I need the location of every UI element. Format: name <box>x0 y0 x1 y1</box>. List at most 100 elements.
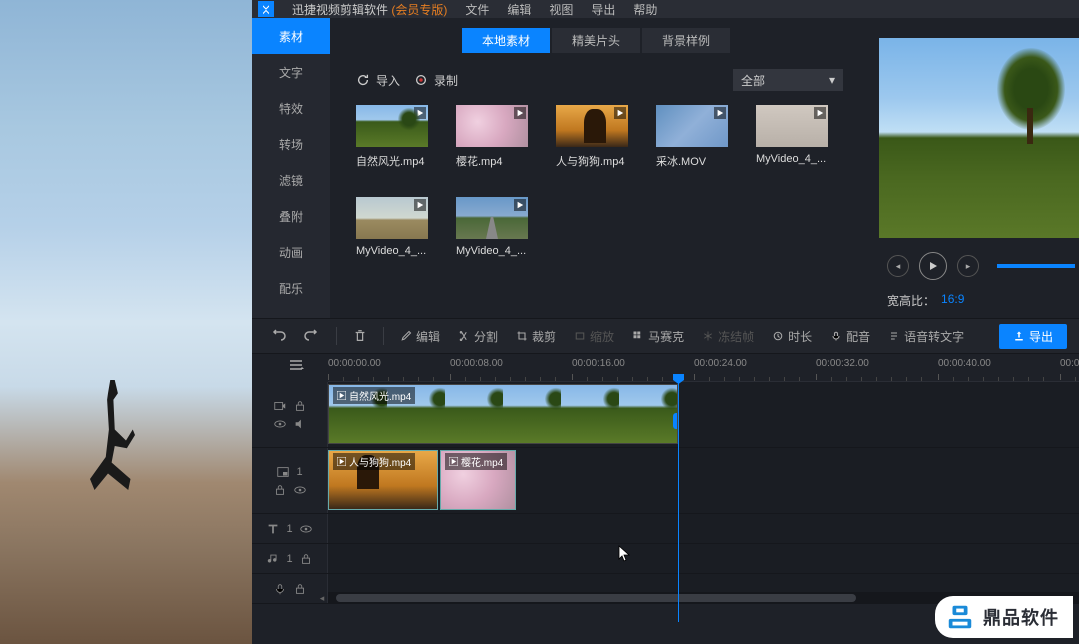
preview-panel: ◂ ▸ 宽高比： 16:9 <box>869 18 1079 318</box>
media-item-1[interactable]: 樱花.mp4 <box>456 105 528 169</box>
track-body-audio[interactable] <box>328 544 1079 573</box>
export-icon <box>1013 330 1025 342</box>
media-item-4[interactable]: MyVideo_4_... <box>756 105 828 169</box>
zoom-button[interactable]: 缩放 <box>568 325 620 348</box>
split-button[interactable]: 分割 <box>452 325 504 348</box>
sidebar-item-overlays[interactable]: 叠附 <box>252 198 330 234</box>
play-button[interactable] <box>919 252 947 280</box>
preview-viewport[interactable] <box>879 38 1079 238</box>
menu-help[interactable]: 帮助 <box>633 1 657 18</box>
sidebar-item-music[interactable]: 配乐 <box>252 270 330 306</box>
media-tab-local[interactable]: 本地素材 <box>462 28 550 53</box>
dub-button[interactable]: 配音 <box>824 325 876 348</box>
crop-button[interactable]: 裁剪 <box>510 325 562 348</box>
record-button[interactable]: 录制 <box>414 72 458 89</box>
mute-icon[interactable] <box>293 417 307 431</box>
sidebar-item-effects[interactable]: 特效 <box>252 90 330 126</box>
media-name: 自然风光.mp4 <box>356 153 428 169</box>
media-tab-intros[interactable]: 精美片头 <box>552 28 640 53</box>
sidebar-item-text[interactable]: 文字 <box>252 54 330 90</box>
playhead[interactable] <box>678 382 679 622</box>
left-sidebar: 素材 文字 特效 转场 滤镜 叠附 动画 配乐 <box>252 18 330 318</box>
mosaic-button[interactable]: 马赛克 <box>626 325 690 348</box>
app-icon <box>258 1 274 17</box>
clip-person[interactable]: 人与狗狗.mp4 <box>328 450 438 510</box>
lock-icon[interactable] <box>273 483 287 497</box>
watermark: 鼎品软件 <box>935 596 1073 638</box>
media-name: MyVideo_4_... <box>456 245 528 257</box>
media-grid: 自然风光.mp4 樱花.mp4 人与狗狗.mp4 采冰.MOV MyVideo_4_..… <box>344 91 855 271</box>
menu-view[interactable]: 视图 <box>549 1 573 18</box>
eye-icon[interactable] <box>273 417 287 431</box>
eye-icon[interactable] <box>299 522 313 536</box>
text-icon <box>266 522 280 536</box>
video-icon <box>273 399 287 413</box>
clip-nature[interactable]: 自然风光.mp4 <box>328 384 678 444</box>
lock-icon[interactable] <box>299 552 313 566</box>
media-thumb <box>556 105 628 147</box>
import-button[interactable]: 导入 <box>356 72 400 89</box>
prev-frame-button[interactable]: ◂ <box>887 255 909 277</box>
filter-dropdown[interactable]: 全部 ▾ <box>733 69 843 91</box>
sidebar-item-media[interactable]: 素材 <box>252 18 330 54</box>
tracks: 自然风光.mp4 1 人与狗狗.mp4 <box>252 382 1079 604</box>
play-indicator-icon <box>414 107 426 119</box>
clip-sakura[interactable]: 樱花.mp4 <box>440 450 516 510</box>
media-name: 人与狗狗.mp4 <box>556 153 628 169</box>
watermark-text: 鼎品软件 <box>983 604 1059 630</box>
play-indicator-icon <box>514 199 526 211</box>
video-editor-app: 迅捷视频剪辑软件 (会员专版) 文件 编辑 视图 导出 帮助 素材 文字 特效 … <box>252 0 1079 644</box>
media-thumb <box>656 105 728 147</box>
ruler-tick: 00:00:24.00 <box>694 358 747 369</box>
music-icon <box>266 552 280 566</box>
media-thumb <box>456 105 528 147</box>
watermark-logo-icon <box>945 602 975 632</box>
media-item-0[interactable]: 自然风光.mp4 <box>356 105 428 169</box>
app-title: 迅捷视频剪辑软件 (会员专版) <box>292 1 447 18</box>
scrollbar-thumb[interactable] <box>336 594 856 602</box>
menu-export[interactable]: 导出 <box>591 1 615 18</box>
track-body-video1[interactable]: 自然风光.mp4 <box>328 382 1079 447</box>
media-tab-backgrounds[interactable]: 背景样例 <box>642 28 730 53</box>
eye-icon[interactable] <box>293 483 307 497</box>
menu-file[interactable]: 文件 <box>465 1 489 18</box>
play-indicator-icon <box>814 107 826 119</box>
edit-button[interactable]: 编辑 <box>394 325 446 348</box>
media-panel: 本地素材 精美片头 背景样例 导入 录制 全部 ▾ 自然风光.m <box>330 18 869 318</box>
play-indicator-icon <box>514 107 526 119</box>
freeze-button[interactable]: 冻结帧 <box>696 325 760 348</box>
sidebar-item-filters[interactable]: 滤镜 <box>252 162 330 198</box>
media-item-2[interactable]: 人与狗狗.mp4 <box>556 105 628 169</box>
timeline-ruler[interactable]: 00:00:00.0000:00:08.0000:00:16.0000:00:2… <box>328 354 1079 382</box>
aspect-value[interactable]: 16:9 <box>941 292 964 309</box>
delete-button[interactable] <box>347 326 373 346</box>
undo-button[interactable] <box>264 325 292 347</box>
timeline-toolbar: 编辑 分割 裁剪 缩放 马赛克 冻结帧 时长 配音 语音转文字 导出 <box>252 318 1079 354</box>
track-body-text[interactable] <box>328 514 1079 543</box>
menu-edit[interactable]: 编辑 <box>507 1 531 18</box>
refresh-icon <box>356 73 370 87</box>
export-button[interactable]: 导出 <box>999 324 1067 349</box>
video-track-1: 自然风光.mp4 <box>252 382 1079 448</box>
sidebar-item-animation[interactable]: 动画 <box>252 234 330 270</box>
progress-bar[interactable] <box>997 264 1075 268</box>
duration-button[interactable]: 时长 <box>766 325 818 348</box>
scroll-left-arrow[interactable]: ◂ <box>316 592 328 604</box>
runner-silhouette <box>70 380 160 520</box>
track-body-pip1[interactable]: 人与狗狗.mp4 樱花.mp4 <box>328 448 1079 513</box>
next-frame-button[interactable]: ▸ <box>957 255 979 277</box>
speech-to-text-button[interactable]: 语音转文字 <box>882 325 970 348</box>
timeline-settings-button[interactable] <box>288 358 306 372</box>
aspect-label: 宽高比： <box>887 292 935 309</box>
lock-icon[interactable] <box>293 399 307 413</box>
play-indicator-icon <box>614 107 626 119</box>
media-item-5[interactable]: MyVideo_4_... <box>356 197 428 257</box>
lock-icon[interactable] <box>293 582 307 596</box>
redo-button[interactable] <box>298 325 326 347</box>
play-indicator-icon <box>414 199 426 211</box>
desktop-background <box>0 0 252 644</box>
media-item-3[interactable]: 采冰.MOV <box>656 105 728 169</box>
media-item-6[interactable]: MyVideo_4_... <box>456 197 528 257</box>
ruler-tick: 00:00:40.00 <box>938 358 991 369</box>
sidebar-item-transitions[interactable]: 转场 <box>252 126 330 162</box>
